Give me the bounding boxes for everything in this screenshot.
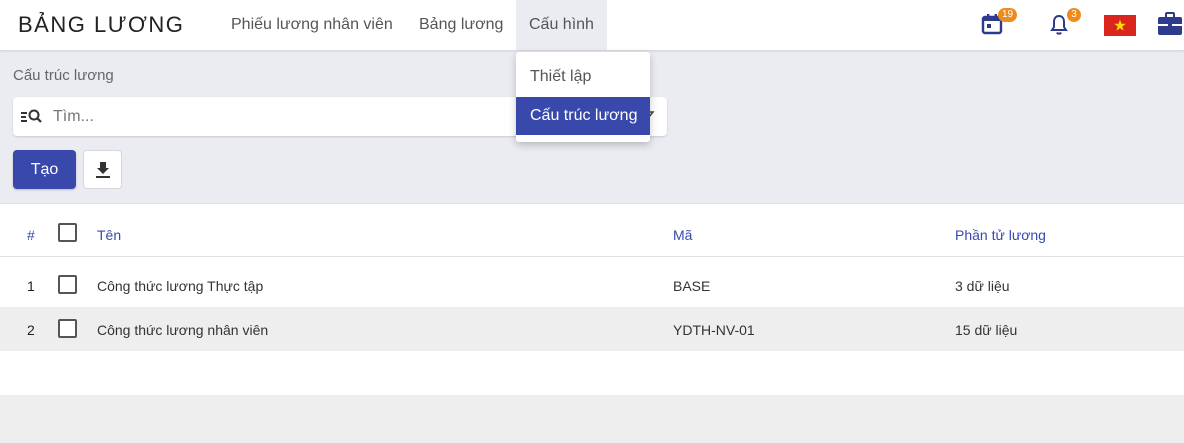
search-input[interactable] [53,97,513,136]
menu-item-settings[interactable]: Thiết lập [516,58,650,96]
search-list-icon [21,109,42,123]
language-selector[interactable] [1104,15,1136,36]
row-code: BASE [673,278,711,294]
page-title: Cấu trúc lương [13,67,114,84]
app-title: BẢNG LƯƠNG [18,12,185,37]
row-name[interactable]: Công thức lương Thực tập [97,257,263,301]
salary-structure-table: # Tên Mã Phần tử lương 1 Công thức lương… [0,203,1184,443]
row-checkbox[interactable] [58,275,77,294]
row-index: 1 [27,278,35,294]
table-row[interactable]: 2 Công thức lương nhân viên YDTH-NV-01 1… [0,307,1184,351]
notification-badge: 3 [1067,8,1081,22]
row-code: YDTH-NV-01 [673,322,755,338]
empty-row [0,395,1184,443]
download-icon [96,162,110,178]
create-button[interactable]: Tạo [13,150,76,189]
column-header-name[interactable]: Tên [97,204,121,257]
briefcase-icon [1158,12,1182,35]
table-header: # Tên Mã Phần tử lương [0,204,1184,257]
calendar-badge: 19 [998,8,1018,22]
apps-button[interactable] [1156,11,1184,37]
select-all-checkbox[interactable] [58,223,77,242]
column-header-elements[interactable]: Phần tử lương [955,204,1046,257]
row-checkbox[interactable] [58,319,77,338]
table-row[interactable]: 1 Công thức lương Thực tập BASE 3 dữ liệ… [0,257,1184,301]
calendar-button[interactable]: 19 [980,8,1018,40]
notification-button[interactable]: 3 [1047,8,1081,40]
nav-item-payroll[interactable]: Bảng lương [406,0,516,50]
nav-item-configuration[interactable]: Cấu hình [516,0,607,50]
row-elements: 15 dữ liệu [955,322,1018,338]
column-header-code[interactable]: Mã [673,204,692,257]
empty-row [0,351,1184,395]
download-button[interactable] [83,150,122,189]
row-elements: 3 dữ liệu [955,278,1010,294]
vietnam-flag-icon [1104,15,1136,36]
column-header-index: # [27,227,35,243]
configuration-dropdown-menu: Thiết lập Cấu trúc lương [516,52,650,142]
menu-item-salary-structure[interactable]: Cấu trúc lương [516,97,650,135]
row-name[interactable]: Công thức lương nhân viên [97,307,268,351]
nav-item-employee-payslip[interactable]: Phiếu lương nhân viên [218,0,406,50]
row-index: 2 [27,322,35,338]
top-bar: BẢNG LƯƠNG Phiếu lương nhân viên Bảng lư… [0,0,1184,51]
